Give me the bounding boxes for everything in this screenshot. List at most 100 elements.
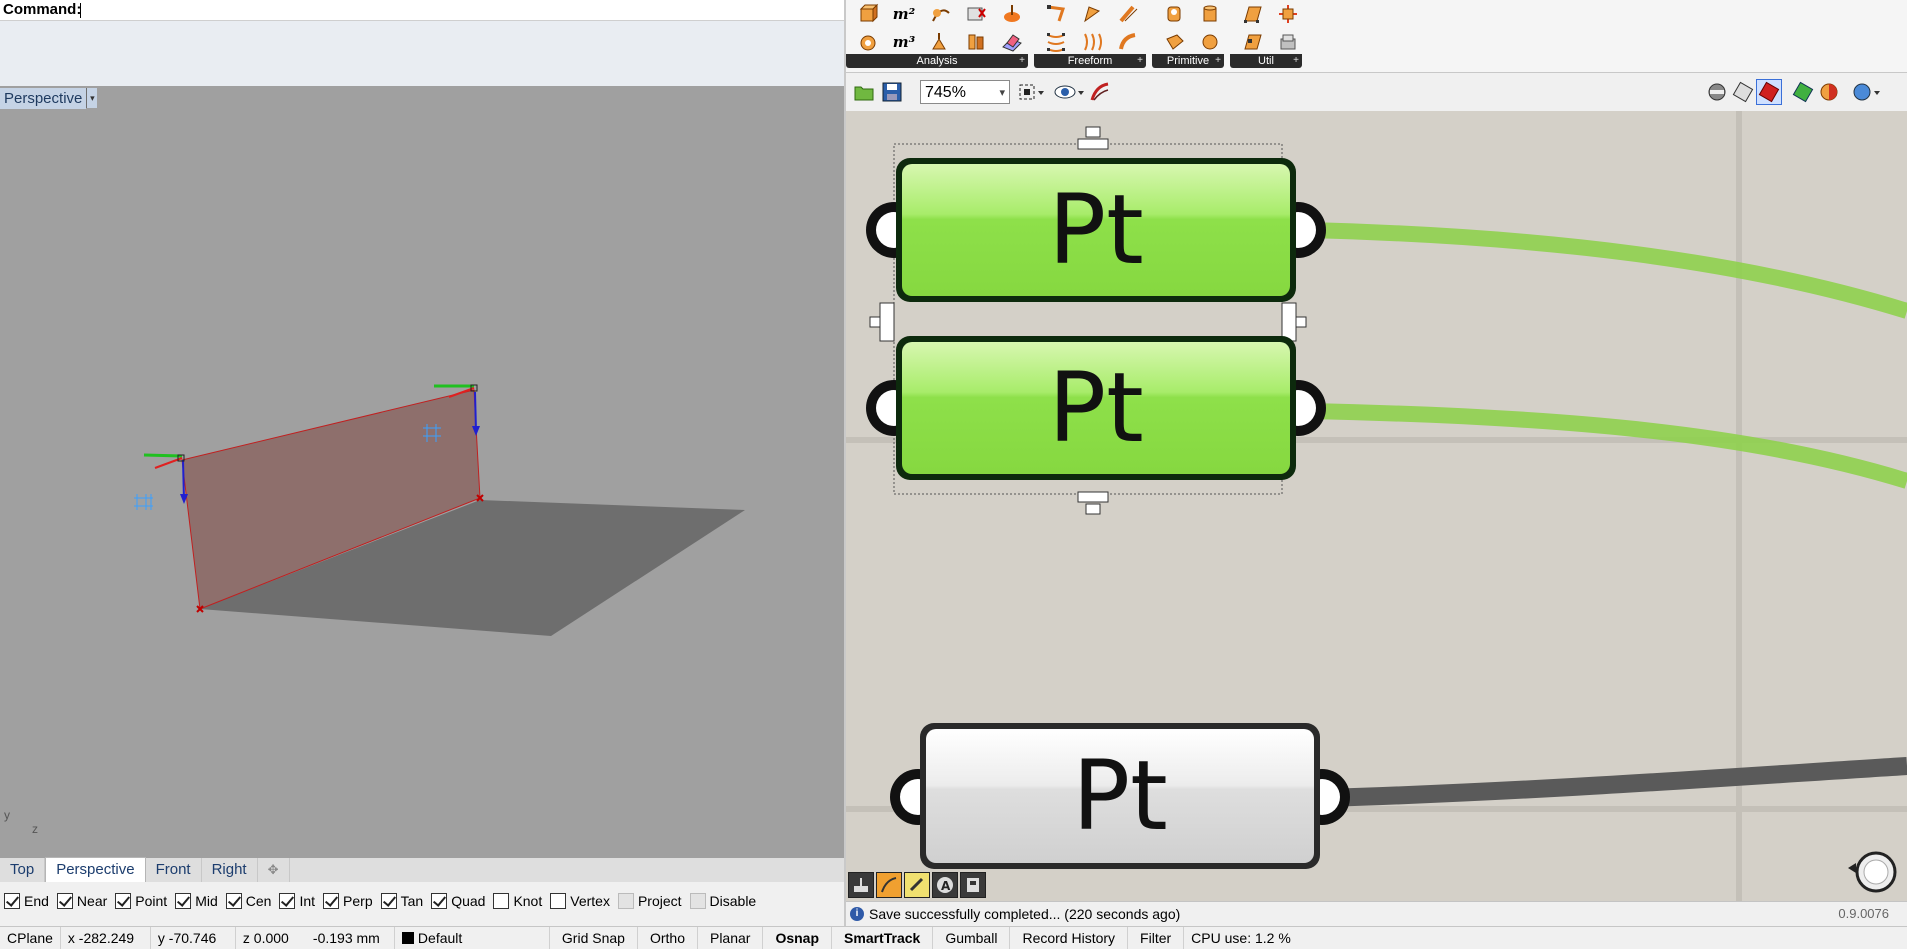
- osnap-near[interactable]: Near: [56, 893, 107, 909]
- preview-off-icon[interactable]: [1706, 81, 1728, 107]
- scene-geometry[interactable]: [0, 86, 846, 858]
- sketch-icon[interactable]: [1090, 82, 1110, 106]
- navigation-compass-icon[interactable]: [1844, 849, 1898, 899]
- osnap-checkbox[interactable]: [380, 893, 397, 909]
- patch-icon[interactable]: [1074, 28, 1110, 56]
- osnap-project[interactable]: Project: [617, 893, 682, 909]
- cylinder-icon[interactable]: [1192, 0, 1228, 28]
- osnap-end[interactable]: End: [4, 893, 49, 909]
- component-grip-bottom-icon[interactable]: [1077, 491, 1109, 515]
- ribbon-group-label[interactable]: Util +: [1230, 54, 1302, 68]
- preview-eye-icon[interactable]: [1054, 83, 1084, 105]
- bounds-icon[interactable]: [958, 0, 994, 28]
- tab-right[interactable]: Right: [202, 858, 258, 882]
- osnap-checkbox[interactable]: [56, 893, 73, 909]
- osnap-checkbox[interactable]: [550, 893, 567, 909]
- layer-indicator[interactable]: Default: [395, 927, 550, 949]
- perspective-viewport[interactable]: Perspective ▾ y z: [0, 86, 846, 858]
- osnap-checkbox[interactable]: [115, 893, 132, 909]
- osnap-checkbox[interactable]: [617, 893, 634, 909]
- gumball-left-icon[interactable]: [134, 453, 188, 510]
- rail-icon[interactable]: [1110, 28, 1146, 56]
- tab-perspective[interactable]: Perspective: [45, 857, 146, 882]
- text-tool-icon[interactable]: A: [932, 872, 958, 898]
- cone-icon[interactable]: [1156, 28, 1192, 56]
- gh-canvas[interactable]: Pt Pt Pt: [846, 111, 1907, 901]
- document-preview-icon[interactable]: [1818, 81, 1840, 107]
- param-component-pt-1[interactable]: Pt: [864, 156, 1328, 304]
- toggle-smarttrack[interactable]: SmartTrack: [832, 927, 934, 949]
- osnap-checkbox[interactable]: [279, 893, 296, 909]
- osnap-perp[interactable]: Perp: [323, 893, 373, 909]
- curvature-icon[interactable]: [850, 28, 886, 56]
- sphere-icon[interactable]: [1156, 0, 1192, 28]
- tab-front[interactable]: Front: [146, 858, 202, 882]
- toggle-grid-snap[interactable]: Grid Snap: [550, 927, 638, 949]
- area-icon[interactable]: m²: [886, 0, 922, 28]
- osnap-disable[interactable]: Disable: [689, 893, 756, 909]
- cplane-indicator[interactable]: CPlane: [0, 927, 61, 949]
- osnap-vertex[interactable]: Vertex: [550, 893, 610, 909]
- param-component-pt-3[interactable]: Pt: [888, 721, 1352, 871]
- osnap-checkbox[interactable]: [689, 893, 706, 909]
- markup-tool-icon[interactable]: [960, 872, 986, 898]
- ribbon-group-label[interactable]: Primitive +: [1152, 54, 1224, 68]
- wire-green-1[interactable]: [1305, 222, 1907, 319]
- component-grip-top-icon[interactable]: [1077, 126, 1109, 150]
- zoom-level-select[interactable]: 745% ▾: [920, 80, 1010, 104]
- osnap-point[interactable]: Point: [115, 893, 167, 909]
- fillet-icon[interactable]: [1270, 28, 1306, 56]
- moment-icon[interactable]: m³: [886, 28, 922, 56]
- zoom-extents-icon[interactable]: [1018, 83, 1044, 105]
- sweep-icon[interactable]: [1074, 0, 1110, 28]
- deviation-icon[interactable]: [922, 28, 958, 56]
- osnap-mid[interactable]: Mid: [175, 893, 218, 909]
- osnap-checkbox[interactable]: [323, 893, 340, 909]
- sketch-tool-icon[interactable]: [876, 872, 902, 898]
- toggle-osnap[interactable]: Osnap: [763, 927, 833, 949]
- osnap-checkbox[interactable]: [225, 893, 242, 909]
- edges-icon[interactable]: [1234, 0, 1270, 28]
- extrude-icon[interactable]: [1110, 0, 1146, 28]
- osnap-tan[interactable]: Tan: [380, 893, 423, 909]
- osnap-int[interactable]: Int: [279, 893, 315, 909]
- param-component-pt-2[interactable]: Pt: [864, 334, 1328, 482]
- open-file-icon[interactable]: [854, 83, 874, 105]
- toggle-filter[interactable]: Filter: [1128, 927, 1185, 949]
- preview-mesh-icon[interactable]: [1852, 81, 1882, 107]
- wire-dark[interactable]: [1325, 757, 1907, 807]
- plane-analysis-icon[interactable]: [994, 28, 1030, 56]
- volume-icon[interactable]: [994, 0, 1030, 28]
- inertia-icon[interactable]: [958, 28, 994, 56]
- torus-icon[interactable]: [1192, 28, 1228, 56]
- measure-icon[interactable]: [922, 0, 958, 28]
- canvas-dock-icon[interactable]: [848, 872, 874, 898]
- osnap-checkbox[interactable]: [493, 893, 510, 909]
- tab-top[interactable]: Top: [0, 858, 46, 882]
- merge-icon[interactable]: [1234, 28, 1270, 56]
- toggle-record-history[interactable]: Record History: [1010, 927, 1129, 949]
- offset-icon[interactable]: [1270, 0, 1306, 28]
- save-file-icon[interactable]: [882, 82, 902, 106]
- osnap-quad[interactable]: Quad: [431, 893, 485, 909]
- toggle-ortho[interactable]: Ortho: [638, 927, 698, 949]
- add-viewport-tab-icon[interactable]: ✥: [258, 858, 290, 882]
- preview-wireframe-icon[interactable]: [1732, 81, 1754, 107]
- scribble-tool-icon[interactable]: [904, 872, 930, 898]
- box-icon[interactable]: [850, 0, 886, 28]
- command-line[interactable]: Command:: [0, 0, 846, 21]
- osnap-cen[interactable]: Cen: [225, 893, 271, 909]
- preview-shaded-icon[interactable]: [1756, 79, 1782, 105]
- osnap-knot[interactable]: Knot: [493, 893, 542, 909]
- network-icon[interactable]: [1038, 28, 1074, 56]
- wire-green-2[interactable]: [1305, 403, 1907, 489]
- ribbon-group-label[interactable]: Analysis +: [846, 54, 1028, 68]
- osnap-checkbox[interactable]: [4, 893, 20, 909]
- ribbon-group-label[interactable]: Freeform +: [1034, 54, 1146, 68]
- loft-icon[interactable]: [1038, 0, 1074, 28]
- osnap-checkbox[interactable]: [175, 893, 192, 909]
- toggle-gumball[interactable]: Gumball: [933, 927, 1011, 949]
- osnap-checkbox[interactable]: [431, 893, 448, 909]
- toggle-planar[interactable]: Planar: [698, 927, 764, 949]
- preview-selected-icon[interactable]: [1792, 81, 1814, 107]
